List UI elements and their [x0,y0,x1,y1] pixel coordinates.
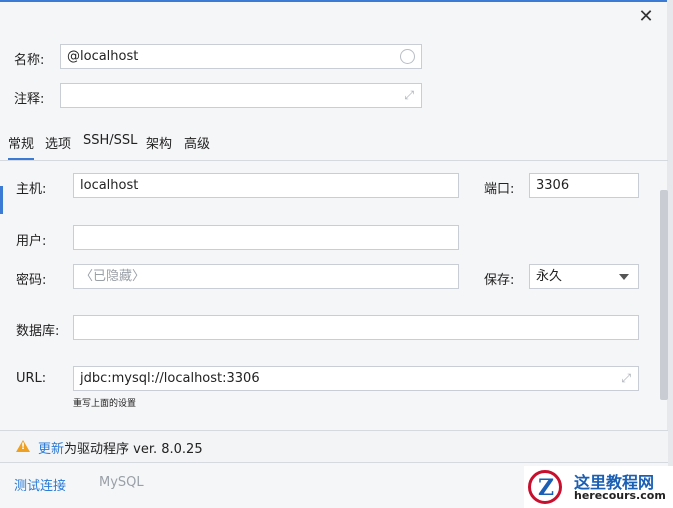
close-icon[interactable]: ✕ [635,6,657,28]
database-input[interactable] [73,315,639,340]
host-input[interactable]: localhost [73,173,459,198]
scrollbar-thumb[interactable] [660,190,668,400]
tab-options[interactable]: 选项 [45,133,71,152]
tab-schema[interactable]: 架构 [146,133,172,152]
warning-icon-mark: ! [21,442,26,452]
window-top-border [0,0,673,2]
user-input[interactable] [73,225,459,250]
name-label: 名称: [14,53,45,68]
test-connection-button[interactable]: 测试连接 [14,475,66,494]
expand-icon[interactable]: ⤢ [621,372,631,384]
database-label: 数据库: [16,324,60,339]
port-label: 端口: [484,182,515,197]
tab-bar: 常规 选项 SSH/SSL 架构 高级 [0,130,668,161]
password-placeholder: 〈已隐藏〉 [80,269,146,284]
url-hint: 重写上面的设置 [73,399,137,409]
connection-dialog: ✕ 名称: @localhost 注释: ⤢ 常规 选项 SSH/SSL 架构 … [0,0,673,508]
tab-ssh-ssl[interactable]: SSH/SSL [83,133,137,148]
tab-advanced[interactable]: 高级 [184,133,210,152]
save-label: 保存: [484,273,515,288]
driver-name: MySQL [99,475,144,490]
driver-update-bar: ! 更新为驱动程序 ver. 8.0.25 [0,430,668,463]
status-circle-icon [400,49,415,64]
name-value: @localhost [67,49,139,64]
url-value: jdbc:mysql://localhost:3306 [80,371,260,386]
password-input[interactable]: 〈已隐藏〉 [73,264,459,289]
url-input[interactable]: jdbc:mysql://localhost:3306 ⤢ [73,366,639,391]
tab-general[interactable]: 常规 [8,133,35,160]
update-text: 为驱动程序 ver. 8.0.25 [64,442,203,457]
password-label: 密码: [16,273,47,288]
dropdown-arrow-icon[interactable] [619,274,629,280]
save-select[interactable]: 永久 [529,264,639,289]
host-label: 主机: [16,182,47,197]
expand-icon[interactable]: ⤢ [404,89,414,101]
site-watermark: Z 这里教程网 herecours.com [524,466,673,508]
port-input[interactable]: 3306 [529,173,639,198]
comment-field[interactable]: ⤢ [60,83,422,108]
user-label: 用户: [16,234,47,249]
watermark-url: herecours.com [574,489,666,502]
watermark-logo-letter: Z [538,475,555,501]
focus-indicator [0,186,3,214]
save-value: 永久 [536,269,563,284]
comment-label: 注释: [14,92,45,107]
update-message: 更新为驱动程序 ver. 8.0.25 [38,438,203,457]
watermark-logo-icon: Z [528,470,562,504]
update-link[interactable]: 更新 [38,442,64,457]
name-field[interactable]: @localhost [60,44,422,69]
url-label: URL: [16,371,47,386]
